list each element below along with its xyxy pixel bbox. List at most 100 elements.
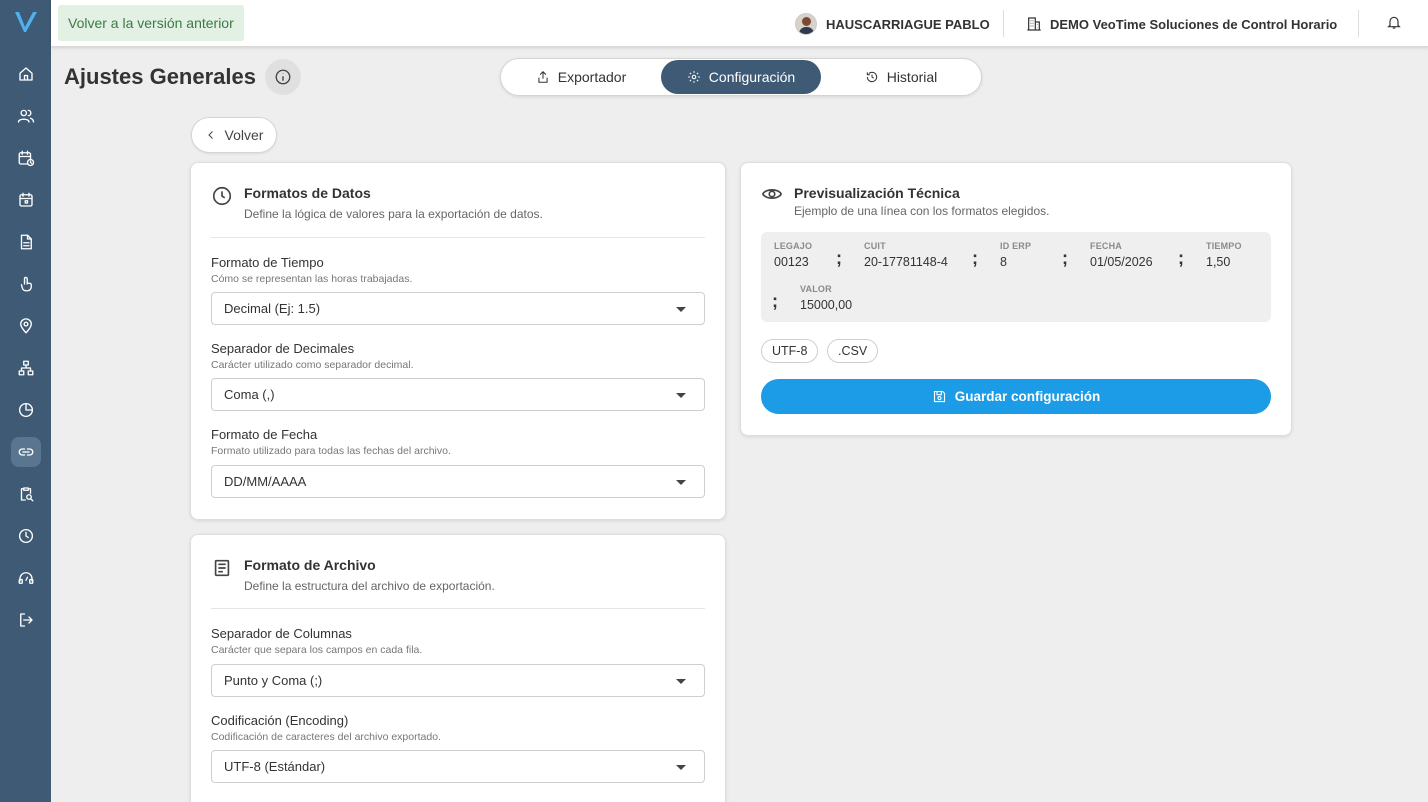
- select-value: Coma (,): [224, 387, 275, 402]
- preview-field-head: TIEMPO: [1206, 241, 1242, 251]
- select-value: UTF-8 (Estándar): [224, 759, 326, 774]
- column-separator-label: Separador de Columnas: [211, 626, 352, 641]
- preview-field-head: FECHA: [1090, 241, 1122, 251]
- time-format-help: Cómo se representan las horas trabajadas…: [211, 273, 413, 285]
- preview-separator: ;: [1062, 248, 1068, 268]
- preview-field-head: CUIT: [864, 241, 886, 251]
- card-subtitle: Ejemplo de una línea con los formatos el…: [794, 204, 1050, 218]
- avatar: [795, 13, 817, 35]
- encoding-chip: UTF-8: [761, 339, 819, 363]
- sidebar-item-schedules[interactable]: [11, 143, 41, 173]
- topbar: Volver a la versión anterior HAUSCARRIAG…: [51, 0, 1428, 47]
- sidebar-item-home[interactable]: [11, 59, 41, 89]
- card-title: Formatos de Datos: [244, 185, 371, 201]
- back-to-old-version-button[interactable]: Volver a la versión anterior: [58, 5, 244, 41]
- sidebar-item-calendar[interactable]: [11, 185, 41, 215]
- org-chart-icon: [18, 360, 34, 376]
- calendar-icon: [19, 192, 33, 207]
- preview-field: FECHA 01/05/2026: [1090, 241, 1153, 269]
- card-subtitle: Define la estructura del archivo de expo…: [244, 579, 495, 593]
- decimal-separator-select[interactable]: Coma (,): [211, 378, 705, 411]
- date-format-label: Formato de Fecha: [211, 427, 318, 442]
- app-logo[interactable]: [12, 8, 40, 36]
- company-name: DEMO VeoTime Soluciones de Control Horar…: [1050, 16, 1338, 32]
- support-icon: [18, 572, 34, 584]
- column-separator-help: Carácter que separa los campos en cada f…: [211, 644, 423, 656]
- divider: [211, 608, 705, 609]
- sidebar-item-integrations[interactable]: [11, 437, 41, 467]
- tab-label: Exportador: [557, 69, 627, 85]
- history-icon: [866, 71, 877, 83]
- caret-down-icon: [676, 307, 686, 312]
- divider: [1003, 10, 1004, 37]
- link-icon: [18, 448, 34, 456]
- clipboard-search-icon: [20, 487, 34, 502]
- preview-card: Previsualización Técnica Ejemplo de una …: [740, 162, 1292, 436]
- encoding-help: Codificación de caracteres del archivo e…: [211, 731, 441, 743]
- select-value: Punto y Coma (;): [224, 673, 323, 688]
- users-icon: [17, 109, 35, 123]
- sidebar-item-locations[interactable]: [11, 311, 41, 341]
- tab-label: Historial: [886, 69, 938, 85]
- notifications-button[interactable]: [1386, 14, 1404, 32]
- caret-down-icon: [676, 679, 686, 684]
- preview-field: CUIT 20-17781148-4: [864, 241, 948, 269]
- preview-separator: ;: [1178, 248, 1184, 268]
- calendar-clock-icon: [18, 150, 35, 167]
- sidebar-item-history[interactable]: [11, 521, 41, 551]
- sidebar-item-touch[interactable]: [11, 269, 41, 299]
- encoding-select[interactable]: UTF-8 (Estándar): [211, 750, 705, 783]
- encoding-label: Codificación (Encoding): [211, 713, 349, 728]
- column-separator-select[interactable]: Punto y Coma (;): [211, 664, 705, 697]
- sidebar-item-audit[interactable]: [11, 479, 41, 509]
- company-selector[interactable]: DEMO VeoTime Soluciones de Control Horar…: [1026, 12, 1337, 36]
- preview-field: VALOR 15000,00: [800, 284, 852, 312]
- info-button[interactable]: [265, 59, 301, 95]
- gear-icon: [687, 71, 700, 83]
- page-title: Ajustes Generales: [64, 64, 256, 89]
- location-pin-icon: [20, 318, 32, 334]
- tab-historial[interactable]: Historial: [822, 60, 980, 94]
- divider: [1358, 10, 1359, 37]
- preview-field-head: ID ERP: [1000, 241, 1032, 251]
- preview-field-value: 01/05/2026: [1090, 255, 1153, 269]
- tab-configuracion[interactable]: Configuración: [661, 60, 821, 94]
- sidebar-item-documents[interactable]: [11, 227, 41, 257]
- home-icon: [19, 67, 33, 81]
- time-format-label: Formato de Tiempo: [211, 255, 324, 270]
- caret-down-icon: [676, 393, 686, 398]
- time-format-select[interactable]: Decimal (Ej: 1.5): [211, 292, 705, 325]
- building-icon: [1027, 17, 1041, 31]
- tab-bar: Exportador Configuración Historial: [500, 58, 982, 96]
- decimal-separator-label: Separador de Decimales: [211, 341, 355, 356]
- preview-separator: ;: [772, 291, 778, 311]
- preview-field: TIEMPO 1,50: [1206, 241, 1242, 269]
- sidebar-item-support[interactable]: [11, 563, 41, 593]
- sidebar-item-organization[interactable]: [11, 353, 41, 383]
- decimal-separator-help: Carácter utilizado como separador decima…: [211, 359, 414, 371]
- bell-icon: [1387, 16, 1401, 29]
- hand-pointer-icon: [20, 276, 32, 292]
- back-button-label: Volver: [224, 127, 264, 143]
- preview-field-head: LEGAJO: [774, 241, 813, 251]
- caret-down-icon: [676, 480, 686, 485]
- back-button[interactable]: Volver: [191, 117, 277, 153]
- preview-field-head: VALOR: [800, 284, 832, 294]
- sidebar-item-users[interactable]: [11, 101, 41, 131]
- preview-field-value: 8: [1000, 255, 1007, 269]
- date-format-select[interactable]: DD/MM/AAAA: [211, 465, 705, 498]
- date-format-help: Formato utilizado para todas las fechas …: [211, 445, 451, 457]
- chevron-left-icon: [207, 131, 213, 139]
- tab-exportador[interactable]: Exportador: [502, 60, 660, 94]
- data-formats-card: Formatos de Datos Define la lógica de va…: [190, 162, 726, 520]
- clock-icon: [211, 185, 233, 207]
- sidebar-item-reports[interactable]: [11, 395, 41, 425]
- preview-field-value: 15000,00: [800, 298, 853, 312]
- preview-field-value: 1,50: [1206, 255, 1231, 269]
- user-menu[interactable]: HAUSCARRIAGUE PABLO: [795, 12, 990, 36]
- divider: [211, 237, 705, 238]
- file-format-card: Formato de Archivo Define la estructura …: [190, 534, 726, 802]
- sidebar-item-logout[interactable]: [11, 605, 41, 635]
- upload-icon: [538, 71, 548, 83]
- save-config-button[interactable]: Guardar configuración: [761, 379, 1271, 414]
